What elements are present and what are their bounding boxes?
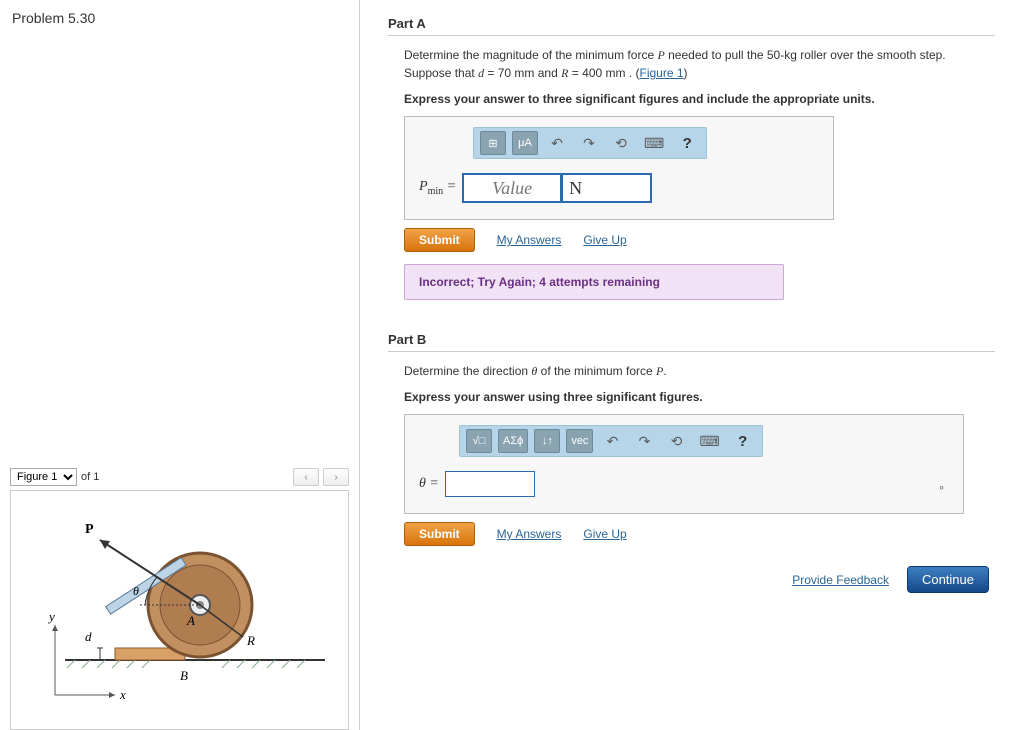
svg-text:y: y xyxy=(47,609,55,624)
reset-icon[interactable]: ⟲ xyxy=(663,429,689,453)
svg-text:A: A xyxy=(186,613,195,628)
part-b-my-answers-link[interactable]: My Answers xyxy=(497,527,562,541)
keyboard-icon[interactable]: ⌨ xyxy=(695,429,723,453)
svg-text:d: d xyxy=(85,629,92,644)
reset-icon[interactable]: ⟲ xyxy=(608,131,634,155)
part-b-give-up-link[interactable]: Give Up xyxy=(583,527,626,541)
part-a-answer-box: ⊞ μA ↶ ↷ ⟲ ⌨ ? Pmin = xyxy=(404,116,834,220)
continue-button[interactable]: Continue xyxy=(907,566,989,593)
problem-title: Problem 5.30 xyxy=(0,0,359,36)
degree-symbol: ∘ xyxy=(938,481,945,494)
part-a-answer-label: Pmin = xyxy=(419,179,456,197)
part-b-answer-box: √□ ΑΣϕ ↓↑ vec ↶ ↷ ⟲ ⌨ ? θ = ∘ xyxy=(404,414,964,514)
help-icon[interactable]: ? xyxy=(674,131,700,155)
part-b-heading: Part B xyxy=(388,332,995,347)
part-b-toolbar: √□ ΑΣϕ ↓↑ vec ↶ ↷ ⟲ ⌨ ? xyxy=(459,425,763,457)
svg-text:P: P xyxy=(85,522,94,537)
figure-prev-button[interactable]: ‹ xyxy=(293,468,319,486)
part-b-instruction: Express your answer using three signific… xyxy=(388,388,995,406)
part-a-prompt: Determine the magnitude of the minimum f… xyxy=(388,46,995,82)
figure-select[interactable]: Figure 1 xyxy=(10,468,77,486)
part-a-my-answers-link[interactable]: My Answers xyxy=(497,233,562,247)
figure-link[interactable]: Figure 1 xyxy=(640,66,684,80)
subscript-icon[interactable]: ↓↑ xyxy=(534,429,560,453)
part-a-give-up-link[interactable]: Give Up xyxy=(583,233,626,247)
svg-text:R: R xyxy=(246,633,255,648)
undo-icon[interactable]: ↶ xyxy=(599,429,625,453)
svg-text:B: B xyxy=(180,668,188,683)
part-a-instruction: Express your answer to three significant… xyxy=(388,90,995,108)
svg-text:x: x xyxy=(119,687,126,702)
part-b-prompt: Determine the direction θ of the minimum… xyxy=(388,362,995,380)
part-a-submit-button[interactable]: Submit xyxy=(404,228,475,252)
part-b-submit-button[interactable]: Submit xyxy=(404,522,475,546)
part-b-value-input[interactable] xyxy=(445,471,535,497)
sqrt-icon[interactable]: √□ xyxy=(466,429,492,453)
figure-count: of 1 xyxy=(81,471,99,483)
help-icon[interactable]: ? xyxy=(730,429,756,453)
redo-icon[interactable]: ↷ xyxy=(576,131,602,155)
undo-icon[interactable]: ↶ xyxy=(544,131,570,155)
svg-text:θ: θ xyxy=(133,584,139,598)
keyboard-icon[interactable]: ⌨ xyxy=(640,131,668,155)
figure-next-button[interactable]: › xyxy=(323,468,349,486)
part-a-feedback: Incorrect; Try Again; 4 attempts remaini… xyxy=(404,264,784,300)
figure-panel: Figure 1 of 1 ‹ › x y xyxy=(10,464,349,730)
vector-icon[interactable]: vec xyxy=(566,429,593,453)
greek-icon[interactable]: ΑΣϕ xyxy=(498,429,528,453)
redo-icon[interactable]: ↷ xyxy=(631,429,657,453)
part-a-unit-input[interactable] xyxy=(562,173,652,203)
template-icon[interactable]: ⊞ xyxy=(480,131,506,155)
provide-feedback-link[interactable]: Provide Feedback xyxy=(792,573,889,587)
part-a-value-input[interactable] xyxy=(462,173,562,203)
part-a-toolbar: ⊞ μA ↶ ↷ ⟲ ⌨ ? xyxy=(473,127,707,159)
units-icon[interactable]: μA xyxy=(512,131,538,155)
part-b-answer-label: θ = xyxy=(419,476,439,492)
figure-image: x y B xyxy=(10,490,349,730)
part-a-heading: Part A xyxy=(388,16,995,31)
